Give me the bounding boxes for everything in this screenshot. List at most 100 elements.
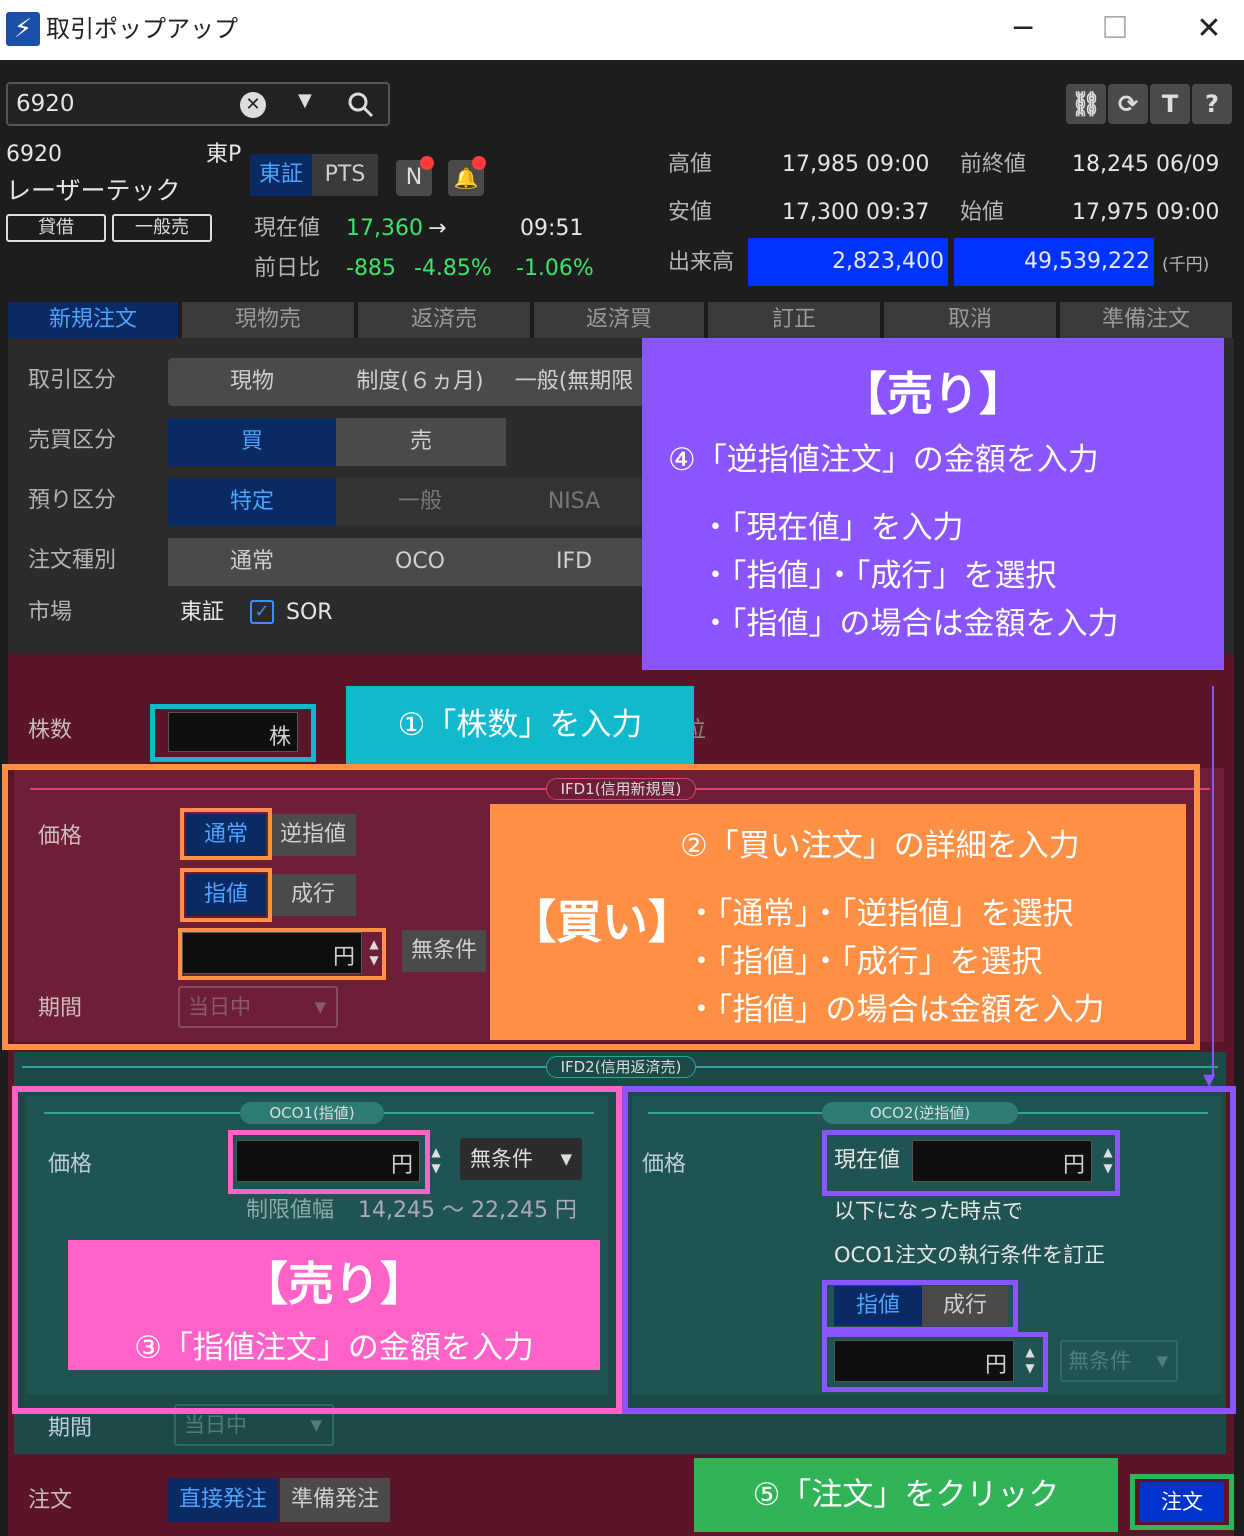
market-label: 市場 (28, 600, 73, 625)
annotation-submit: ⑤「注文」をクリック (694, 1458, 1118, 1532)
link-icon[interactable]: ⛓ (1066, 84, 1106, 124)
arrow-icon: → (428, 216, 447, 241)
side-buy[interactable]: 買 (168, 418, 336, 466)
current-price: 17,360 (346, 216, 423, 241)
order-type-label: 注文種別 (28, 548, 117, 573)
high-label: 高値 (668, 152, 713, 177)
annotation-sell-limit-title: 【売り】 (242, 1257, 426, 1311)
symbol-search-field[interactable]: 6920 ✕ ▼ (6, 82, 390, 126)
dropdown-icon[interactable]: ▼ (298, 90, 312, 111)
volume-label: 出来高 (668, 250, 735, 275)
window-titlebar: ⚡ 取引ポップアップ ─ ☐ ✕ (0, 0, 1244, 60)
annotation-sell-stop-bullet-3: ・「指値」の場合は金額を入力 (700, 606, 1119, 642)
annotation-buy: ②「買い注文」の詳細を入力 【買い】 ・「通常」・「逆指値」を選択 ・「指値」・… (490, 804, 1186, 1040)
high-value: 17,985 09:00 (782, 152, 930, 177)
bell-alert-dot (472, 156, 486, 170)
stock-name: レーザーテック (6, 176, 181, 205)
order-type-normal[interactable]: 通常 (168, 538, 336, 586)
qty-label: 株数 (28, 718, 73, 743)
annotation-limit-frame (180, 868, 272, 922)
annotation-qty: ①「株数」を入力 (346, 686, 694, 764)
annotation-buy-bullet-2: ・「指値」・「成行」を選択 (686, 944, 1043, 980)
trade-type-spot[interactable]: 現物 (168, 358, 336, 406)
side-label: 売買区分 (28, 428, 117, 453)
tab-cancel[interactable]: 取消 (884, 302, 1056, 338)
close-button[interactable]: ✕ (1174, 6, 1244, 52)
vwap-pct: -1.06% (516, 256, 594, 281)
account-nisa[interactable]: NISA (504, 478, 644, 526)
prep-order-button[interactable]: 準備発注 (280, 1478, 390, 1522)
annotation-buy-bullet-1: ・「通常」・「逆指値」を選択 (686, 896, 1074, 932)
account-specific[interactable]: 特定 (168, 478, 336, 526)
order-type-ifd[interactable]: IFD (504, 538, 644, 586)
lightning-icon: ⚡ (6, 12, 40, 46)
sor-checkbox[interactable]: ✓ (250, 600, 274, 624)
annotation-sell-stop: 【売り】 ④「逆指値注文」の金額を入力 ・「現在値」を入力 ・「指値」・「成行」… (642, 338, 1224, 670)
annotation-buy-title: 【買い】 (510, 895, 694, 949)
tab-spot-sell[interactable]: 現物売 (182, 302, 354, 338)
help-icon[interactable]: ? (1192, 84, 1232, 124)
change-value: -885 (346, 256, 396, 281)
submit-order-button[interactable]: 注文 (1140, 1482, 1224, 1522)
side-sell[interactable]: 売 (336, 418, 506, 466)
exchange-tab-tse[interactable]: 東証 (250, 154, 312, 196)
tab-repay-sell[interactable]: 返済売 (358, 302, 530, 338)
annotation-normal-frame (180, 808, 272, 860)
clear-icon[interactable]: ✕ (240, 92, 266, 118)
annotation-price-frame (178, 928, 386, 980)
news-alert-dot (420, 156, 434, 170)
tab-new-order[interactable]: 新規注文 (8, 302, 178, 338)
low-label: 安値 (668, 200, 713, 225)
search-icon[interactable] (346, 90, 376, 120)
annotation-sell-stop-bullet-2: ・「指値」・「成行」を選択 (700, 558, 1057, 594)
tab-prep-order[interactable]: 準備注文 (1060, 302, 1232, 338)
annotation-buy-bullet-3: ・「指値」の場合は金額を入力 (686, 992, 1105, 1028)
trading-value: 49,539,222 (954, 238, 1154, 286)
annotation-oco2-price-frame (822, 1332, 1048, 1392)
window-title: 取引ポップアップ (46, 15, 238, 43)
maximize-button[interactable]: ☐ (1080, 6, 1150, 52)
refresh-icon[interactable]: ⟳ (1108, 84, 1148, 124)
order-label: 注文 (28, 1488, 73, 1513)
annotation-oco1-price-frame (228, 1130, 430, 1194)
annotation-sell-limit-text: ③「指値注文」の金額を入力 (134, 1330, 534, 1366)
annotation-sell-stop-title: 【売り】 (841, 367, 1025, 421)
stock-market: 東P (206, 142, 242, 167)
open-value: 17,975 09:00 (1072, 200, 1220, 225)
ifd2-header: IFD2(信用返済売) (546, 1056, 696, 1078)
annotation-oco2-type-frame (822, 1280, 1018, 1332)
account-label: 預り区分 (28, 488, 117, 513)
prev-close-label: 前終値 (960, 152, 1027, 177)
change-pct: -4.85% (414, 256, 492, 281)
tab-repay-buy[interactable]: 返済買 (534, 302, 704, 338)
annotation-sell-stop-text: ④「逆指値注文」の金額を入力 (668, 442, 1099, 478)
trading-value-unit: (千円) (1162, 255, 1210, 275)
trade-type-general[interactable]: 一般(無期限 (504, 358, 644, 406)
current-time: 09:51 (520, 216, 584, 241)
text-size-icon[interactable]: T (1150, 84, 1190, 124)
current-price-label: 現在値 (254, 216, 321, 241)
annotation-qty-frame (150, 704, 316, 762)
stock-code: 6920 (6, 142, 62, 167)
low-value: 17,300 09:37 (782, 200, 930, 225)
annotation-sell-stop-bullet-1: ・「現在値」を入力 (700, 510, 964, 546)
open-label: 始値 (960, 200, 1005, 225)
direct-order-button[interactable]: 直接発注 (168, 1478, 278, 1522)
account-general[interactable]: 一般 (336, 478, 504, 526)
ifd2-period-label: 期間 (48, 1416, 93, 1441)
sor-label: SOR (286, 600, 333, 625)
annotation-sell-limit: 【売り】 ③「指値注文」の金額を入力 (68, 1240, 600, 1370)
tab-amend[interactable]: 訂正 (708, 302, 880, 338)
market-value: 東証 (180, 600, 225, 625)
exchange-tab-pts[interactable]: PTS (312, 154, 378, 196)
annotation-oco2-trigger-frame (822, 1130, 1120, 1196)
change-label: 前日比 (254, 256, 321, 281)
badge-margin: 貸借 (6, 214, 106, 242)
annotation-buy-text: ②「買い注文」の詳細を入力 (680, 828, 1080, 864)
badge-general: 一般売 (112, 214, 212, 242)
minimize-button[interactable]: ─ (988, 6, 1058, 52)
trade-type-standard[interactable]: 制度(６ヵ月) (336, 358, 504, 406)
order-type-oco[interactable]: OCO (336, 538, 504, 586)
prev-close-value: 18,245 06/09 (1072, 152, 1220, 177)
ifd2-period-value: 当日中 (184, 1413, 247, 1437)
